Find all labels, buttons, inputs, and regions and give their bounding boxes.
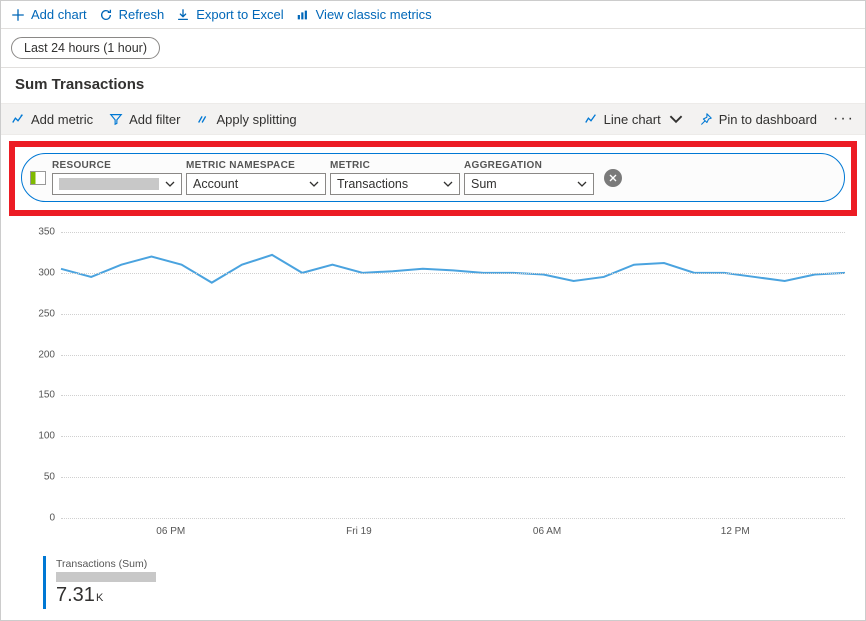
chevron-down-icon xyxy=(443,179,453,189)
scope-icon xyxy=(30,171,46,185)
aggregation-group: AGGREGATION Sum xyxy=(464,160,594,195)
resource-label: RESOURCE xyxy=(52,160,182,171)
bar-chart-icon xyxy=(296,8,310,22)
summary-label: Transactions (Sum) xyxy=(56,558,163,570)
x-axis: 06 PMFri 1906 AM12 PM xyxy=(61,522,845,542)
export-excel-button[interactable]: Export to Excel xyxy=(176,7,283,22)
aggregation-value: Sum xyxy=(471,177,497,191)
apply-splitting-button[interactable]: Apply splitting xyxy=(196,112,296,127)
add-filter-label: Add filter xyxy=(129,112,180,127)
chart-type-label: Line chart xyxy=(604,112,661,127)
namespace-value: Account xyxy=(193,177,238,191)
namespace-label: METRIC NAMESPACE xyxy=(186,160,326,171)
primary-toolbar: Add chart Refresh Export to Excel View c… xyxy=(1,1,865,29)
chart-plot xyxy=(61,232,845,518)
namespace-group: METRIC NAMESPACE Account xyxy=(186,160,326,195)
metric-selector-highlight: RESOURCE METRIC NAMESPACE Account METRIC… xyxy=(9,141,857,216)
export-label: Export to Excel xyxy=(196,7,283,22)
time-range-row: Last 24 hours (1 hour) xyxy=(1,29,865,68)
resource-group: RESOURCE xyxy=(52,160,182,195)
pin-dashboard-button[interactable]: Pin to dashboard xyxy=(699,112,817,127)
add-metric-label: Add metric xyxy=(31,112,93,127)
refresh-label: Refresh xyxy=(119,7,165,22)
time-range-pill[interactable]: Last 24 hours (1 hour) xyxy=(11,37,160,59)
chevron-down-icon xyxy=(309,179,319,189)
resource-select[interactable] xyxy=(52,173,182,195)
summary-number: 7.31 xyxy=(56,584,95,606)
pin-icon xyxy=(699,112,713,126)
namespace-select[interactable]: Account xyxy=(186,173,326,195)
summary-resource-redacted xyxy=(56,572,156,582)
pin-label: Pin to dashboard xyxy=(719,112,817,127)
chart-title: Sum Transactions xyxy=(1,68,865,103)
y-axis: 050100150200250300350 xyxy=(21,232,55,518)
line-add-icon xyxy=(11,112,25,126)
close-icon xyxy=(608,173,618,183)
chart-toolbar: Add metric Add filter Apply splitting Li… xyxy=(1,103,865,135)
chevron-down-icon xyxy=(165,179,175,189)
apply-splitting-label: Apply splitting xyxy=(216,112,296,127)
aggregation-select[interactable]: Sum xyxy=(464,173,594,195)
metric-group: METRIC Transactions xyxy=(330,160,460,195)
time-range-label: Last 24 hours (1 hour) xyxy=(24,41,147,55)
metric-summary-card: Transactions (Sum) 7.31K xyxy=(43,556,173,609)
resource-value-redacted xyxy=(59,178,159,190)
chevron-down-icon xyxy=(577,179,587,189)
metric-label: METRIC xyxy=(330,160,460,171)
chevron-down-icon xyxy=(669,112,683,126)
add-chart-label: Add chart xyxy=(31,7,87,22)
chart-series xyxy=(61,232,845,518)
add-filter-button[interactable]: Add filter xyxy=(109,112,180,127)
filter-icon xyxy=(109,112,123,126)
refresh-button[interactable]: Refresh xyxy=(99,7,165,22)
summary-value: 7.31K xyxy=(56,584,163,607)
aggregation-label: AGGREGATION xyxy=(464,160,594,171)
download-icon xyxy=(176,8,190,22)
chart-type-dropdown[interactable]: Line chart xyxy=(584,112,683,127)
add-metric-button[interactable]: Add metric xyxy=(11,112,93,127)
add-chart-button[interactable]: Add chart xyxy=(11,7,87,22)
metric-value: Transactions xyxy=(337,177,408,191)
line-chart-icon xyxy=(584,112,598,126)
classic-metrics-button[interactable]: View classic metrics xyxy=(296,7,432,22)
chart-area: 050100150200250300350 06 PMFri 1906 AM12… xyxy=(21,232,845,542)
refresh-icon xyxy=(99,8,113,22)
summary-unit: K xyxy=(96,592,103,604)
split-icon xyxy=(196,112,210,126)
remove-metric-button[interactable] xyxy=(604,169,622,187)
plus-icon xyxy=(11,8,25,22)
metric-selector-row: RESOURCE METRIC NAMESPACE Account METRIC… xyxy=(21,153,845,202)
more-actions-button[interactable]: ··· xyxy=(833,110,855,128)
classic-label: View classic metrics xyxy=(316,7,432,22)
metric-select[interactable]: Transactions xyxy=(330,173,460,195)
